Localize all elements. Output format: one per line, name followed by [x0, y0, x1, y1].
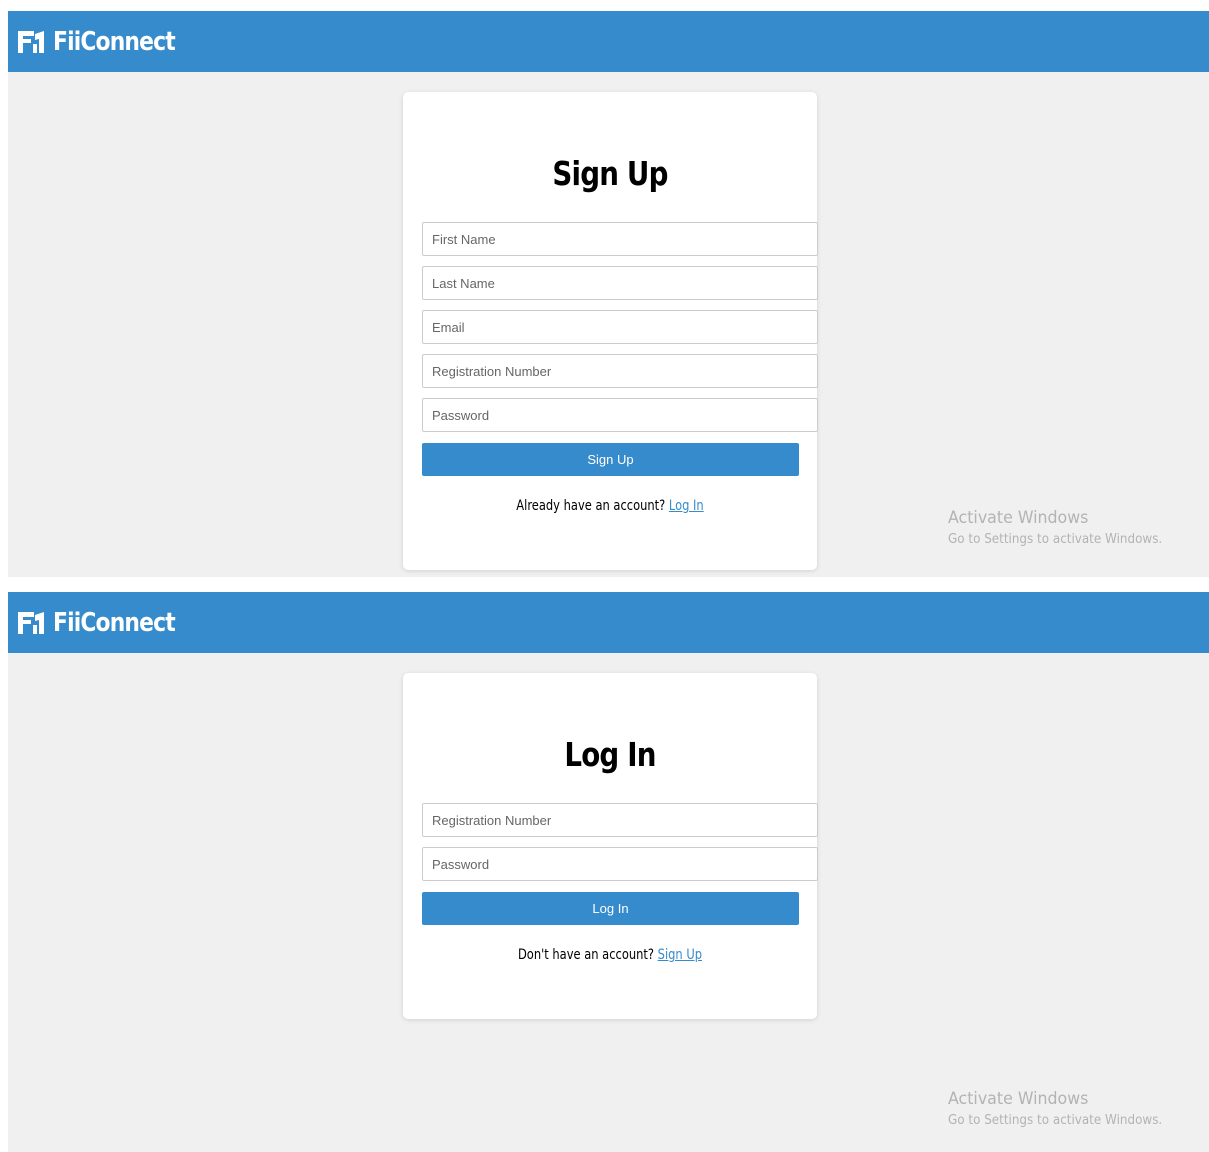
watermark-subtitle: Go to Settings to activate Windows. — [948, 532, 1163, 547]
signup-prompt-text: Don't have an account? — [517, 947, 655, 963]
login-button[interactable]: Log In — [422, 892, 799, 925]
first-name-input[interactable] — [422, 222, 818, 256]
registration-number-input[interactable] — [422, 354, 818, 388]
last-name-input[interactable] — [422, 266, 818, 300]
login-prompt-text: Already have an account? — [516, 498, 666, 514]
fii-logo-icon — [18, 612, 44, 634]
login-screen: FiiConnect Log In Log In Don't have an a… — [8, 592, 1209, 1152]
brand-name: FiiConnect — [53, 27, 176, 57]
signup-card: Sign Up Sign Up Already have an account?… — [403, 92, 818, 570]
watermark-subtitle: Go to Settings to activate Windows. — [948, 1113, 1163, 1128]
login-card: Log In Log In Don't have an account? Sig… — [403, 673, 818, 1019]
fii-logo-icon — [18, 31, 44, 53]
brand[interactable]: FiiConnect — [18, 607, 198, 639]
watermark-title: Activate Windows — [948, 1089, 1089, 1109]
brand[interactable]: FiiConnect — [18, 26, 198, 58]
login-prompt: Already have an account? Log In — [440, 498, 779, 514]
registration-number-input[interactable] — [422, 803, 818, 837]
signup-link[interactable]: Sign Up — [658, 947, 702, 963]
login-title: Log In — [564, 735, 656, 774]
signup-prompt: Don't have an account? Sign Up — [440, 947, 779, 963]
password-input[interactable] — [422, 847, 818, 881]
email-input[interactable] — [422, 310, 818, 344]
signup-screen: FiiConnect Sign Up Sign Up Already have … — [8, 11, 1209, 577]
top-navbar: FiiConnect — [8, 11, 1209, 72]
top-navbar: FiiConnect — [8, 592, 1209, 653]
login-link[interactable]: Log In — [669, 498, 704, 514]
activate-windows-watermark: Activate Windows Go to Settings to activ… — [948, 508, 1181, 547]
signup-title: Sign Up — [552, 154, 668, 193]
brand-name: FiiConnect — [53, 608, 176, 638]
watermark-title: Activate Windows — [948, 508, 1089, 528]
activate-windows-watermark: Activate Windows Go to Settings to activ… — [948, 1089, 1181, 1128]
password-input[interactable] — [422, 398, 818, 432]
signup-button[interactable]: Sign Up — [422, 443, 799, 476]
